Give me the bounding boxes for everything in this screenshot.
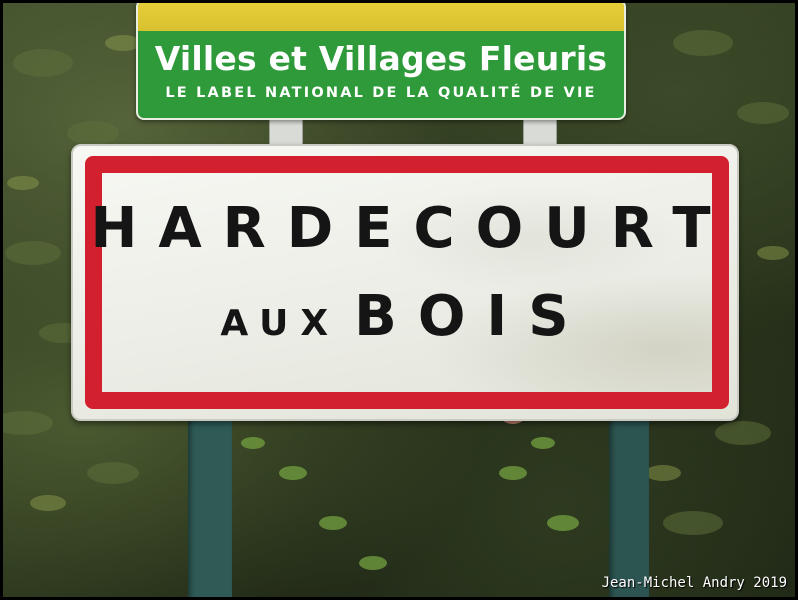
- photo-credit: Jean-Michel Andry 2019: [601, 575, 787, 591]
- label-sign-title: Villes et Villages Fleuris: [154, 39, 608, 78]
- town-name-line1: HARDECOURT: [90, 196, 732, 261]
- town-entry-sign: HARDECOURT AUX BOIS: [71, 144, 739, 421]
- town-name-aux: AUX: [220, 303, 341, 344]
- label-sign-yellow-band: [138, 3, 624, 31]
- town-name-line2: AUX BOIS: [73, 284, 737, 349]
- sign-post-left: [188, 398, 232, 597]
- villes-fleuris-label-sign: Villes et Villages Fleuris LE LABEL NATI…: [136, 3, 626, 120]
- label-sign-subtitle: LE LABEL NATIONAL DE LA QUALITÉ DE VIE: [165, 85, 597, 101]
- town-name-bois: BOIS: [354, 284, 590, 349]
- photo: Villes et Villages Fleuris LE LABEL NATI…: [3, 3, 795, 597]
